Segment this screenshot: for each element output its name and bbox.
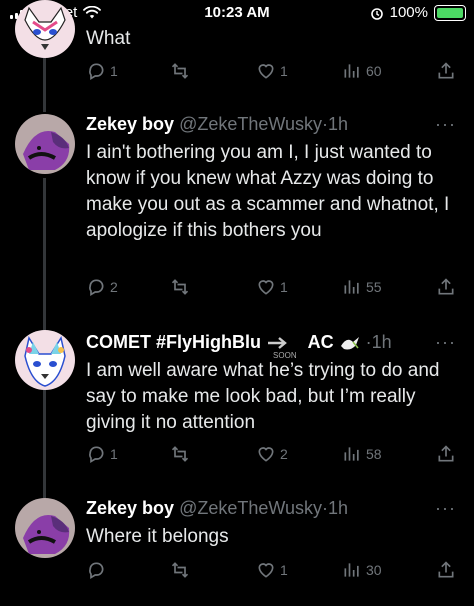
tweet-header: COMET #FlyHighBlu SOON AC ·1h [86, 332, 392, 360]
views-count: 58 [366, 446, 382, 462]
reply-count: 2 [110, 279, 118, 295]
tweet-actions: 1 30 [86, 560, 456, 582]
avatar[interactable] [15, 0, 75, 58]
display-name[interactable]: Zekey boy [86, 114, 174, 134]
share-icon [438, 62, 454, 79]
views-button[interactable]: 60 [342, 61, 382, 81]
display-name[interactable]: Zekey boy [86, 498, 174, 518]
like-button[interactable]: 1 [256, 277, 288, 297]
tweet-text: Where it belongs [86, 526, 229, 547]
views-count: 55 [366, 279, 382, 295]
reply-button[interactable]: 1 [86, 444, 118, 464]
share-icon [438, 561, 454, 578]
share-button[interactable] [436, 61, 456, 81]
retweet-icon [171, 279, 189, 295]
share-icon [438, 278, 454, 295]
arrow-right-icon [268, 337, 287, 350]
fox-avatar-icon [24, 336, 66, 387]
like-icon [258, 64, 274, 79]
tweet-actions: 2 1 55 [86, 277, 456, 299]
avatar[interactable] [15, 498, 75, 558]
tweet-actions: 1 2 58 [86, 444, 456, 466]
timestamp[interactable]: 1h [328, 498, 348, 518]
reply-icon [89, 279, 104, 296]
avatar[interactable] [15, 114, 75, 174]
timestamp[interactable]: 1h [328, 114, 348, 134]
tweet[interactable]: What 1 1 60 [0, 0, 474, 100]
tweet-text: What [86, 28, 131, 49]
share-button[interactable] [436, 277, 456, 297]
reply-icon [89, 562, 104, 579]
views-button[interactable]: 30 [342, 560, 382, 580]
wolf-avatar-icon [23, 514, 70, 554]
reply-button[interactable]: 1 [86, 61, 118, 81]
like-icon [258, 447, 274, 462]
like-button[interactable]: 1 [256, 560, 288, 580]
like-button[interactable]: 2 [256, 444, 288, 464]
tweet[interactable]: Zekey boy @ZekeTheWusky·1h ··· I ain't b… [0, 111, 474, 311]
wolf-avatar-icon [23, 130, 70, 170]
retweet-button[interactable] [170, 277, 190, 297]
reply-count: 1 [110, 63, 118, 79]
views-icon [344, 563, 359, 577]
reply-button[interactable]: 2 [86, 277, 118, 297]
views-icon [344, 447, 359, 461]
like-count: 2 [280, 446, 288, 462]
views-icon [344, 64, 359, 78]
like-icon [258, 280, 274, 295]
tweet[interactable]: Zekey boy @ZekeTheWusky·1h ··· Where it … [0, 496, 474, 602]
timestamp[interactable]: 1h [372, 332, 392, 352]
reply-icon [89, 63, 104, 80]
like-icon [258, 563, 274, 578]
views-count: 30 [366, 562, 382, 578]
retweet-icon [171, 446, 189, 462]
reply-button[interactable] [86, 560, 110, 580]
like-count: 1 [280, 63, 288, 79]
like-count: 1 [280, 279, 288, 295]
reply-icon [89, 446, 104, 463]
tweet-header: Zekey boy @ZekeTheWusky·1h [86, 498, 348, 519]
views-count: 60 [366, 63, 382, 79]
more-options-button[interactable]: ··· [435, 114, 456, 135]
views-button[interactable]: 55 [342, 277, 382, 297]
user-handle[interactable]: @ZekeTheWusky [179, 114, 322, 134]
retweet-button[interactable] [170, 61, 190, 81]
display-name[interactable]: COMET #FlyHighBlu [86, 332, 261, 352]
tweet-header: Zekey boy @ZekeTheWusky·1h [86, 114, 348, 135]
retweet-button[interactable] [170, 560, 190, 580]
more-options-button[interactable]: ··· [435, 332, 456, 353]
share-button[interactable] [436, 560, 456, 580]
retweet-icon [171, 562, 189, 578]
fox-avatar-icon [24, 6, 66, 50]
dove-icon [340, 337, 359, 350]
display-name-suffix[interactable]: AC [308, 332, 334, 352]
retweet-icon [171, 63, 189, 79]
like-button[interactable]: 1 [256, 61, 288, 81]
tweet-actions: 1 1 60 [86, 61, 456, 83]
reply-count: 1 [110, 446, 118, 462]
tweet[interactable]: COMET #FlyHighBlu SOON AC ·1h ··· I am w… [0, 330, 474, 480]
share-button[interactable] [436, 444, 456, 464]
tweet-text: I am well aware what he’s trying to do a… [86, 360, 440, 433]
views-button[interactable]: 58 [342, 444, 382, 464]
tweet-text: I ain't bothering you am I, I just wante… [86, 142, 450, 241]
share-icon [438, 445, 454, 462]
like-count: 1 [280, 562, 288, 578]
views-icon [344, 280, 359, 294]
user-handle[interactable]: @ZekeTheWusky [179, 498, 322, 518]
avatar[interactable] [15, 330, 75, 390]
more-options-button[interactable]: ··· [435, 498, 456, 519]
retweet-button[interactable] [170, 444, 190, 464]
